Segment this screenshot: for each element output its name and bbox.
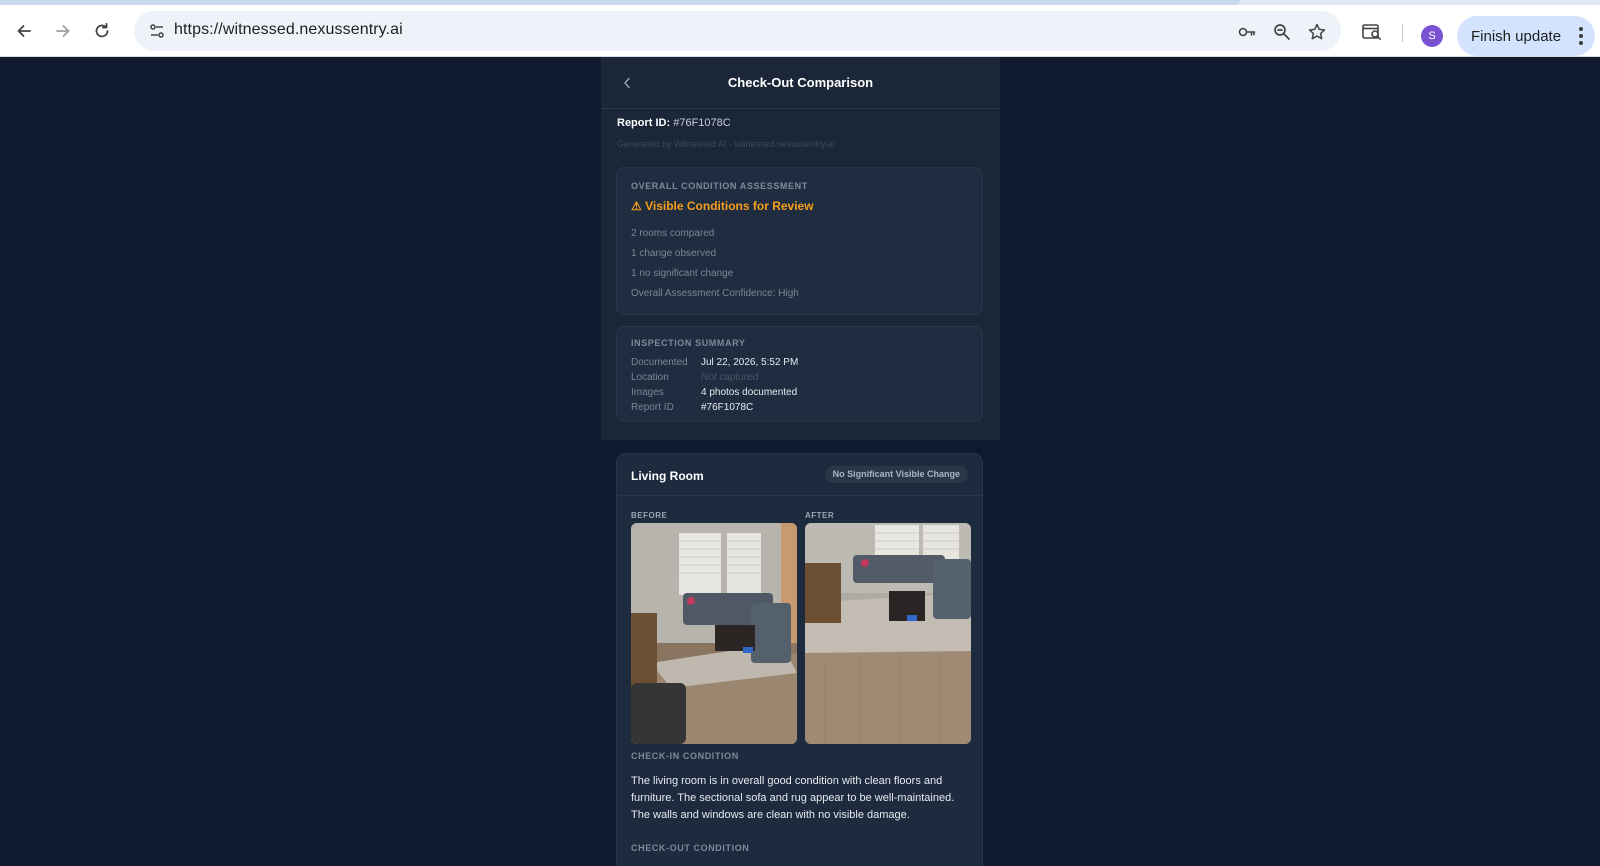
room-card-living-room: Living Room No Significant Visible Chang… bbox=[616, 453, 983, 866]
room-title: Living Room bbox=[631, 469, 704, 483]
summary-value-documented: Jul 22, 2026, 5:52 PM bbox=[701, 357, 799, 368]
after-label: AFTER bbox=[805, 511, 835, 520]
before-photo[interactable] bbox=[631, 523, 797, 744]
before-label: BEFORE bbox=[631, 511, 668, 520]
after-photo[interactable] bbox=[805, 523, 971, 744]
url-text[interactable]: https://witnessed.nexussentry.ai bbox=[174, 21, 403, 39]
browser-toolbar: https://witnessed.nexussentry.ai S Finis… bbox=[0, 5, 1600, 57]
checkin-condition-text: The living room is in overall good condi… bbox=[631, 775, 955, 821]
tune-icon bbox=[150, 24, 164, 38]
key-icon bbox=[1238, 27, 1256, 37]
report-id-line: Report ID: #76F1078C bbox=[617, 117, 731, 129]
summary-key-report-id: Report ID bbox=[631, 402, 674, 413]
report-id-value: #76F1078C bbox=[673, 117, 731, 129]
room-header: Living Room No Significant Visible Chang… bbox=[617, 454, 982, 496]
forward-arrow-icon bbox=[56, 25, 70, 37]
more-menu-icon[interactable] bbox=[1579, 27, 1583, 45]
stat-confidence: Overall Assessment Confidence: High bbox=[631, 288, 799, 299]
stat-rooms-compared: 2 rooms compared bbox=[631, 228, 715, 239]
inspection-summary-card: INSPECTION SUMMARY Documented Jul 22, 20… bbox=[616, 326, 983, 422]
back-arrow-icon bbox=[17, 25, 31, 37]
summary-value-report-id: #76F1078C bbox=[701, 402, 754, 413]
toolbar-divider bbox=[1402, 24, 1403, 42]
finish-update-label: Finish update bbox=[1471, 27, 1562, 45]
stat-no-significant-change: 1 no significant change bbox=[631, 268, 734, 279]
summary-label: INSPECTION SUMMARY bbox=[631, 338, 746, 348]
side-panel-search-button[interactable] bbox=[1358, 18, 1386, 46]
reload-icon bbox=[95, 22, 109, 38]
living-room-before-image bbox=[631, 523, 797, 744]
password-key-button[interactable] bbox=[1234, 19, 1260, 45]
generated-by-text: Generated by Witnessed AI · witnessed.ne… bbox=[617, 139, 835, 149]
summary-key-location: Location bbox=[631, 372, 669, 383]
reload-button[interactable] bbox=[86, 15, 118, 47]
living-room-after-image bbox=[805, 523, 971, 744]
site-settings-button[interactable] bbox=[142, 16, 172, 46]
page-title: Check-Out Comparison bbox=[727, 75, 874, 90]
report-id-label: Report ID: bbox=[617, 117, 671, 129]
zoom-button[interactable] bbox=[1269, 19, 1295, 45]
profile-avatar[interactable]: S bbox=[1421, 25, 1443, 47]
summary-key-documented: Documented bbox=[631, 357, 688, 368]
address-bar[interactable]: https://witnessed.nexussentry.ai bbox=[134, 11, 1341, 51]
panel-header: Check-Out Comparison bbox=[601, 57, 1000, 109]
checkin-condition-label: CHECK-IN CONDITION bbox=[631, 751, 739, 761]
summary-value-images: 4 photos documented bbox=[701, 387, 798, 398]
summary-value-location: Not captured bbox=[701, 372, 759, 383]
change-status-badge: No Significant Visible Change bbox=[824, 466, 968, 483]
summary-key-images: Images bbox=[631, 387, 664, 398]
search-tab-icon bbox=[1362, 24, 1381, 40]
assessment-status: ⚠ Visible Conditions for Review bbox=[631, 199, 814, 213]
stat-changes-observed: 1 change observed bbox=[631, 248, 717, 259]
condition-assessment-card: OVERALL CONDITION ASSESSMENT ⚠ Visible C… bbox=[616, 167, 983, 315]
assessment-label: OVERALL CONDITION ASSESSMENT bbox=[631, 181, 808, 191]
zoom-icon bbox=[1274, 24, 1290, 40]
star-icon bbox=[1308, 23, 1326, 40]
checkout-condition-label: CHECK-OUT CONDITION bbox=[631, 843, 750, 853]
bookmark-button[interactable] bbox=[1304, 19, 1330, 45]
forward-button[interactable] bbox=[47, 15, 79, 47]
finish-update-button[interactable]: Finish update bbox=[1457, 16, 1595, 56]
back-button[interactable] bbox=[8, 15, 40, 47]
